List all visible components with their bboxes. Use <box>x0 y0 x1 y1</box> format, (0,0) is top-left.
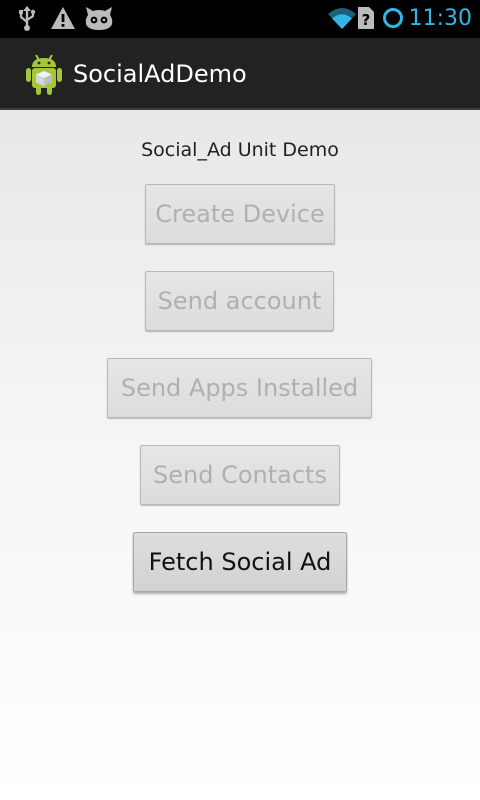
send-contacts-button[interactable]: Send Contacts <box>140 445 340 505</box>
android-app-icon <box>24 52 64 96</box>
create-device-button[interactable]: Create Device <box>145 184 335 244</box>
usb-icon <box>16 6 38 36</box>
sync-icon <box>381 6 405 34</box>
send-account-button[interactable]: Send account <box>145 271 334 331</box>
warning-icon <box>50 6 76 34</box>
cyanogenmod-icon <box>84 5 114 35</box>
main-content: Social_Ad Unit Demo Create Device Send a… <box>0 110 480 800</box>
svg-text:?: ? <box>362 11 371 29</box>
app-title: SocialAdDemo <box>73 60 247 88</box>
wifi-icon <box>327 6 357 34</box>
fetch-social-ad-button[interactable]: Fetch Social Ad <box>133 532 347 592</box>
clock: 11:30 <box>408 6 472 31</box>
page-heading: Social_Ad Unit Demo <box>141 139 339 161</box>
screen: ? 11:30 SocialAdDemo Social_Ad Unit Demo… <box>0 0 480 800</box>
send-apps-installed-button[interactable]: Send Apps Installed <box>107 358 372 418</box>
action-bar: SocialAdDemo <box>0 38 480 110</box>
status-bar: ? 11:30 <box>0 0 480 38</box>
sim-unknown-icon: ? <box>357 6 375 34</box>
